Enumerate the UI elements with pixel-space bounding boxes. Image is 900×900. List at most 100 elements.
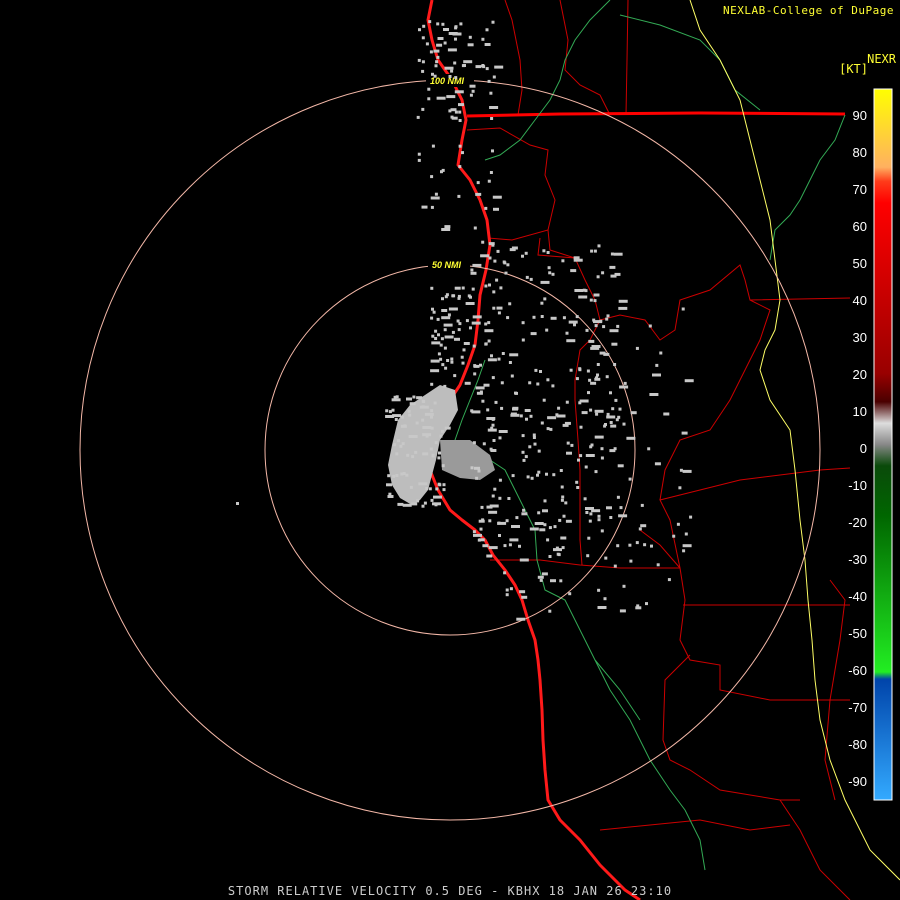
echo-pixel xyxy=(573,256,580,260)
echo-pixel xyxy=(502,260,506,264)
echo-pixel xyxy=(484,329,494,333)
echo-pixel xyxy=(431,307,434,311)
echo-pixel xyxy=(596,363,600,366)
echo-pixel xyxy=(470,268,474,272)
echo-pixel xyxy=(393,443,397,447)
echo-pixel xyxy=(475,65,482,69)
echo-pixel xyxy=(565,400,569,404)
echo-pixel xyxy=(437,456,441,460)
echo-pixel xyxy=(547,416,557,420)
echo-pixel xyxy=(510,413,520,417)
velocity-tick-labels: 90 80 70 60 50 40 30 20 10 0 -10 -20 -30 -40 -50 -60 -70… xyxy=(848,108,867,789)
echo-pixel xyxy=(564,501,568,505)
echo-pixel xyxy=(536,382,540,386)
echo-pixel xyxy=(451,294,455,298)
echo-pixel xyxy=(486,554,493,558)
echo-pixel xyxy=(450,360,454,364)
echo-pixel xyxy=(444,426,451,430)
echo-pixel xyxy=(476,181,480,185)
echo-pixel xyxy=(489,106,499,109)
echo-pixel xyxy=(493,259,497,263)
echo-pixel xyxy=(604,556,608,560)
echo-pixel xyxy=(474,466,480,470)
echo-pixel xyxy=(473,364,477,368)
echo-pixel xyxy=(521,512,528,516)
interstate-highway xyxy=(689,0,900,881)
echo-pixel xyxy=(573,323,576,327)
echo-pixel xyxy=(553,525,557,529)
echo-pixel xyxy=(431,454,435,458)
echo-pixel xyxy=(507,497,511,500)
echo-pixel xyxy=(682,549,686,553)
echo-pixel xyxy=(490,426,494,430)
echo-pixel xyxy=(521,434,525,438)
echo-pixel xyxy=(400,415,404,419)
echo-pixel xyxy=(454,337,460,341)
echo-pixel xyxy=(443,41,447,45)
velocity-tick-5: 40 xyxy=(853,293,867,308)
echo-pixel xyxy=(490,354,493,358)
echo-pixel xyxy=(540,280,550,284)
echo-pixel xyxy=(473,226,477,230)
echo-pixel xyxy=(589,408,593,412)
echo-pixel xyxy=(681,431,688,435)
echo-pixel xyxy=(628,543,632,547)
echo-pixel xyxy=(492,195,502,199)
echo-pixel xyxy=(508,543,512,547)
echo-pixel xyxy=(622,422,626,426)
echo-pixel xyxy=(409,402,416,406)
echo-pixel xyxy=(578,367,582,371)
echo-pixel xyxy=(606,506,612,510)
echo-pixel xyxy=(559,579,563,583)
echo-pixel xyxy=(453,374,457,378)
echo-pixel xyxy=(611,407,615,411)
echo-pixel xyxy=(510,374,514,378)
echo-pixel xyxy=(603,597,607,601)
velocity-tick-9: 0 xyxy=(860,441,867,456)
velocity-tick-14: -50 xyxy=(848,626,867,641)
echo-pixel xyxy=(682,469,692,473)
echo-pixel xyxy=(689,515,693,519)
echo-pixel xyxy=(494,400,498,404)
product-code: NEXR xyxy=(867,52,896,66)
echo-pixel xyxy=(431,72,434,76)
echo-pixel xyxy=(526,475,530,479)
echo-pixel xyxy=(500,381,504,385)
echo-pixel xyxy=(509,538,519,542)
echo-pixel xyxy=(434,64,438,68)
echo-pixel xyxy=(424,412,434,416)
echo-pixel xyxy=(569,368,573,372)
credit-text: NEXLAB-College of DuPage xyxy=(723,4,894,17)
echo-pixel xyxy=(423,501,427,505)
echo-pixel xyxy=(516,617,526,621)
echo-pixel xyxy=(618,407,622,411)
echo-pixel xyxy=(619,385,629,389)
echo-pixel xyxy=(473,533,482,537)
echo-pixel xyxy=(416,499,420,503)
echo-pixel xyxy=(421,205,428,209)
echo-pixel xyxy=(619,506,623,510)
echo-pixel xyxy=(638,527,642,531)
echo-pixel xyxy=(593,299,597,303)
echo-pixel xyxy=(487,179,491,183)
echo-pixel xyxy=(546,538,550,542)
echo-pixel xyxy=(529,414,533,418)
echo-pixel xyxy=(684,379,694,383)
echo-pixel xyxy=(433,401,437,405)
echo-pixel xyxy=(579,454,583,458)
echo-pixel xyxy=(462,348,466,352)
echo-pixel xyxy=(497,357,501,361)
echo-pixel xyxy=(609,421,613,424)
echo-pixel xyxy=(429,50,433,54)
echo-pixel xyxy=(610,424,617,428)
echo-pixel xyxy=(541,572,548,576)
echo-pixel xyxy=(614,398,618,402)
echo-pixel xyxy=(491,423,495,427)
echo-pixel xyxy=(575,480,579,484)
echo-pixel xyxy=(524,409,531,412)
echo-pixel xyxy=(469,326,472,330)
echo-pixel xyxy=(430,359,440,363)
echo-pixel xyxy=(443,346,447,350)
echo-pixel xyxy=(606,412,610,416)
echo-pixel xyxy=(392,414,402,418)
